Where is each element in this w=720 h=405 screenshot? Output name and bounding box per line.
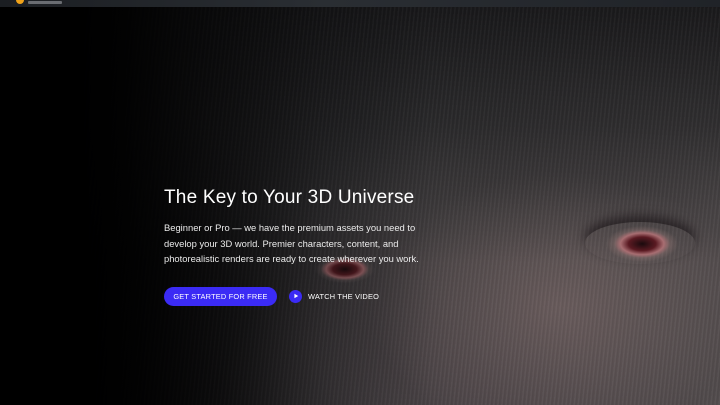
- watch-video-button[interactable]: WATCH THE VIDEO: [289, 289, 380, 303]
- top-nav-bar: [0, 0, 720, 7]
- get-started-button[interactable]: GET STARTED FOR FREE: [164, 286, 277, 306]
- watch-video-label: WATCH THE VIDEO: [308, 291, 380, 301]
- cta-row: GET STARTED FOR FREE WATCH THE VIDEO: [164, 286, 464, 306]
- logo-icon[interactable]: [16, 0, 24, 4]
- hero-title: The Key to Your 3D Universe: [164, 187, 415, 208]
- hero-section: The Key to Your 3D Universe Beginner or …: [0, 0, 720, 405]
- logo-wordmark[interactable]: [28, 1, 62, 4]
- hero-content: The Key to Your 3D Universe Beginner or …: [164, 186, 464, 306]
- play-icon[interactable]: [289, 289, 302, 303]
- hero-description: Beginner or Pro — we have the premium as…: [164, 222, 419, 264]
